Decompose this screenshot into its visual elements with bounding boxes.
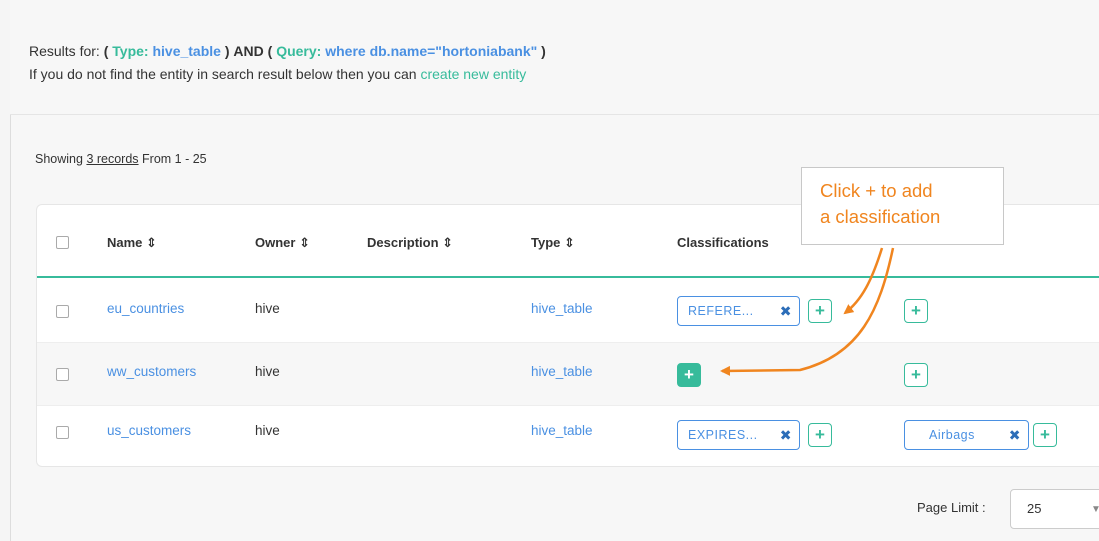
row-checkbox[interactable]	[56, 426, 69, 439]
entity-owner: hive	[255, 364, 280, 379]
records-count: Showing 3 records From 1 - 25	[35, 152, 207, 166]
results-header: Results for: ( Type: hive_table ) AND ( …	[10, 0, 1099, 115]
entity-owner: hive	[255, 423, 280, 438]
table-row: ww_customers hive hive_table + +	[37, 343, 1099, 406]
and-operator: AND	[233, 43, 264, 59]
column-header-owner[interactable]: Owner ⇕	[255, 235, 310, 251]
add-classification-button[interactable]: +	[808, 423, 832, 447]
remove-term-icon[interactable]: ✖	[1009, 421, 1021, 449]
create-entity-hint: If you do not find the entity in search …	[29, 63, 1099, 86]
column-header-type[interactable]: Type ⇕	[531, 235, 575, 251]
results-prefix: Results for:	[29, 43, 100, 59]
paren-close: )	[541, 43, 546, 59]
entity-name-link[interactable]: ww_customers	[107, 364, 196, 379]
add-term-button[interactable]: +	[904, 363, 928, 387]
chevron-down-icon: ▼	[1091, 504, 1099, 515]
create-new-entity-link[interactable]: create new entity	[420, 66, 526, 82]
hint-text: If you do not find the entity in search …	[29, 66, 417, 82]
classification-tag-label: REFERE...	[688, 304, 754, 318]
entity-type-link[interactable]: hive_table	[531, 301, 593, 316]
term-tag[interactable]: Airbags ✖	[904, 420, 1029, 450]
entity-type-link[interactable]: hive_table	[531, 423, 593, 438]
classification-tag[interactable]: REFERE... ✖	[677, 296, 800, 326]
add-classification-button[interactable]: +	[677, 363, 701, 387]
query-key: Query:	[276, 43, 322, 59]
paren-open: (	[267, 43, 273, 59]
callout-line-2: a classification	[820, 206, 941, 227]
type-value: hive_table	[152, 43, 221, 59]
instruction-callout: Click + to add a classification	[801, 167, 1004, 245]
page-limit-label: Page Limit :	[917, 500, 986, 515]
term-tag-label: Airbags	[929, 428, 975, 442]
type-key: Type:	[112, 43, 149, 59]
add-term-button[interactable]: +	[904, 299, 928, 323]
records-range: From 1 - 25	[142, 152, 207, 166]
select-all-checkbox[interactable]	[56, 236, 69, 249]
column-header-name[interactable]: Name ⇕	[107, 235, 157, 251]
column-header-description[interactable]: Description ⇕	[367, 235, 453, 251]
paren-close: )	[224, 43, 230, 59]
classification-tag[interactable]: EXPIRES... ✖	[677, 420, 800, 450]
remove-classification-icon[interactable]: ✖	[780, 297, 792, 325]
add-term-button[interactable]: +	[1033, 423, 1057, 447]
page-limit-select[interactable]: 25 ▼	[1010, 489, 1099, 529]
results-query-line: Results for: ( Type: hive_table ) AND ( …	[29, 40, 1099, 63]
query-value: where db.name="hortoniabank"	[325, 43, 538, 59]
classification-tag-label: EXPIRES...	[688, 428, 758, 442]
entity-name-link[interactable]: eu_countries	[107, 301, 184, 316]
table-row: us_customers hive hive_table EXPIRES... …	[37, 406, 1099, 469]
column-header-classifications: Classifications	[677, 235, 769, 250]
add-classification-button[interactable]: +	[808, 299, 832, 323]
entity-name-link[interactable]: us_customers	[107, 423, 191, 438]
callout-line-1: Click + to add	[820, 180, 933, 201]
remove-classification-icon[interactable]: ✖	[780, 421, 792, 449]
entity-owner: hive	[255, 301, 280, 316]
table-row: eu_countries hive hive_table REFERE... ✖…	[37, 280, 1099, 343]
paren-open: (	[103, 43, 109, 59]
row-checkbox[interactable]	[56, 305, 69, 318]
showing-prefix: Showing	[35, 152, 83, 166]
row-checkbox[interactable]	[56, 368, 69, 381]
entity-type-link[interactable]: hive_table	[531, 364, 593, 379]
page-limit-value: 25	[1027, 501, 1042, 516]
records-count-link[interactable]: 3 records	[86, 152, 138, 166]
